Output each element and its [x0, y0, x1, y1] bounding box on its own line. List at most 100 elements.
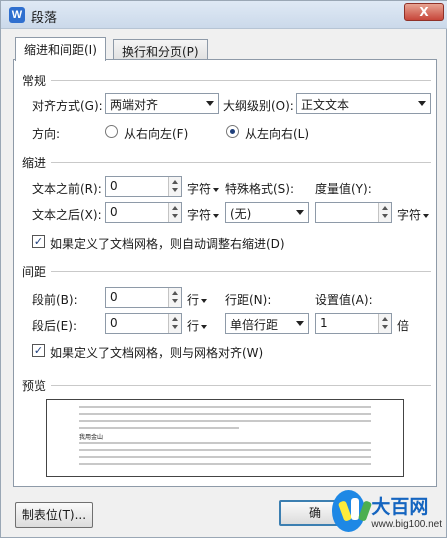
measure-unit[interactable]: 字符	[397, 206, 430, 223]
dialog-title: 段落	[31, 11, 58, 26]
chevron-down-icon	[296, 321, 304, 326]
section-divider	[51, 80, 431, 81]
space-before-label: 段前(B):	[32, 293, 78, 307]
watermark-text: 大百网 www.big100.net	[371, 492, 442, 530]
tab-line-page-breaks[interactable]: 换行和分页(P)	[113, 39, 208, 61]
preview-line	[79, 406, 371, 408]
arrow-up-icon	[172, 206, 178, 210]
arrow-up-icon	[172, 180, 178, 184]
watermark-name: 大百网	[371, 496, 429, 518]
paragraph-preview: 我用金山	[46, 399, 404, 477]
section-title-spacing: 间距	[22, 265, 47, 279]
caret-down-icon	[201, 324, 208, 329]
arrow-down-icon	[172, 188, 178, 192]
setting-value-stepper[interactable]: 1	[315, 313, 392, 334]
caret-down-icon	[213, 187, 220, 192]
caret-down-icon	[201, 298, 208, 303]
indent-after-value: 0	[110, 205, 118, 219]
watermark: 大百网 www.big100.net	[332, 487, 442, 535]
direction-ltr-radio[interactable]	[226, 125, 239, 138]
indent-after-unit-text: 字符	[187, 208, 212, 222]
line-spacing-label: 行距(N):	[225, 293, 272, 307]
space-after-stepper[interactable]: 0	[105, 313, 182, 334]
alignment-select-value: 两端对齐	[110, 98, 159, 112]
preview-line	[79, 413, 371, 415]
indent-before-stepper[interactable]: 0	[105, 176, 182, 197]
measure-stepper[interactable]	[315, 202, 392, 223]
stepper-buttons[interactable]	[168, 288, 181, 307]
direction-rtl-label[interactable]: 从右向左(F)	[124, 125, 188, 142]
stepper-buttons[interactable]	[168, 314, 181, 333]
indent-after-label: 文本之后(X):	[32, 208, 102, 222]
preview-line	[79, 427, 239, 429]
auto-adjust-indent-label[interactable]: 如果定义了文档网格，则自动调整右缩进(D)	[50, 235, 285, 252]
indent-after-unit[interactable]: 字符	[187, 206, 220, 223]
outline-level-label: 大纲级别(O):	[223, 99, 294, 113]
line-spacing-select[interactable]: 单倍行距	[225, 313, 309, 334]
space-before-unit[interactable]: 行	[187, 291, 208, 308]
stepper-buttons[interactable]	[378, 203, 391, 222]
arrow-up-icon	[382, 317, 388, 321]
setting-value-label: 设置值(A):	[315, 293, 373, 307]
arrow-up-icon	[172, 317, 178, 321]
chevron-down-icon	[296, 210, 304, 215]
setting-value-unit: 倍	[397, 319, 410, 333]
tab-indent-spacing[interactable]: 缩进和间距(I)	[15, 37, 106, 61]
arrow-down-icon	[172, 214, 178, 218]
preview-line	[79, 442, 371, 444]
auto-adjust-indent-checkbox[interactable]: ✓	[32, 235, 45, 248]
caret-down-icon	[423, 213, 430, 218]
wps-writer-icon: W	[9, 7, 25, 23]
stepper-buttons[interactable]	[168, 177, 181, 196]
watermark-logo-icon	[332, 490, 373, 532]
snap-to-grid-checkbox[interactable]: ✓	[32, 344, 45, 357]
arrow-down-icon	[172, 325, 178, 329]
measure-label: 度量值(Y):	[315, 182, 372, 196]
special-format-label: 特殊格式(S):	[225, 182, 295, 196]
section-divider	[51, 271, 431, 272]
section-title-indent: 缩进	[22, 156, 47, 170]
title-bar: W 段落 X	[1, 1, 447, 29]
indent-after-stepper[interactable]: 0	[105, 202, 182, 223]
alignment-label: 对齐方式(G):	[32, 99, 103, 113]
preview-sample-text: 我用金山	[79, 434, 104, 441]
space-before-unit-text: 行	[187, 293, 200, 307]
preview-line	[79, 456, 371, 458]
indent-before-unit-text: 字符	[187, 182, 212, 196]
preview-line	[79, 463, 371, 465]
chevron-down-icon	[206, 101, 214, 106]
preview-line	[79, 449, 371, 451]
outline-level-select[interactable]: 正文文本	[296, 93, 431, 114]
stepper-buttons[interactable]	[378, 314, 391, 333]
outline-level-select-value: 正文文本	[301, 98, 350, 112]
special-format-select[interactable]: (无)	[225, 202, 309, 223]
stepper-buttons[interactable]	[168, 203, 181, 222]
arrow-down-icon	[172, 299, 178, 303]
arrow-down-icon	[382, 325, 388, 329]
indent-before-unit[interactable]: 字符	[187, 180, 220, 197]
setting-value: 1	[320, 316, 328, 330]
space-after-unit[interactable]: 行	[187, 317, 208, 334]
chevron-down-icon	[418, 101, 426, 106]
alignment-select[interactable]: 两端对齐	[105, 93, 219, 114]
space-after-value: 0	[110, 316, 118, 330]
snap-to-grid-label[interactable]: 如果定义了文档网格，则与网格对齐(W)	[50, 344, 263, 361]
tab-stops-button[interactable]: 制表位(T)...	[15, 502, 93, 528]
section-title-general: 常规	[22, 74, 47, 88]
space-after-unit-text: 行	[187, 319, 200, 333]
space-before-value: 0	[110, 290, 118, 304]
indent-before-value: 0	[110, 179, 118, 193]
measure-unit-text: 字符	[397, 208, 422, 222]
indent-before-label: 文本之前(R):	[32, 182, 102, 196]
paragraph-dialog: W 段落 X 缩进和间距(I) 换行和分页(P) 常规 对齐方式(G): 两端对…	[0, 0, 447, 538]
line-spacing-value: 单倍行距	[230, 318, 279, 332]
direction-rtl-radio[interactable]	[105, 125, 118, 138]
close-button[interactable]: X	[404, 3, 444, 21]
direction-ltr-label[interactable]: 从左向右(L)	[245, 125, 309, 142]
caret-down-icon	[213, 213, 220, 218]
arrow-up-icon	[172, 291, 178, 295]
arrow-up-icon	[382, 206, 388, 210]
space-after-label: 段后(E):	[32, 319, 77, 333]
space-before-stepper[interactable]: 0	[105, 287, 182, 308]
section-title-preview: 预览	[22, 379, 47, 393]
